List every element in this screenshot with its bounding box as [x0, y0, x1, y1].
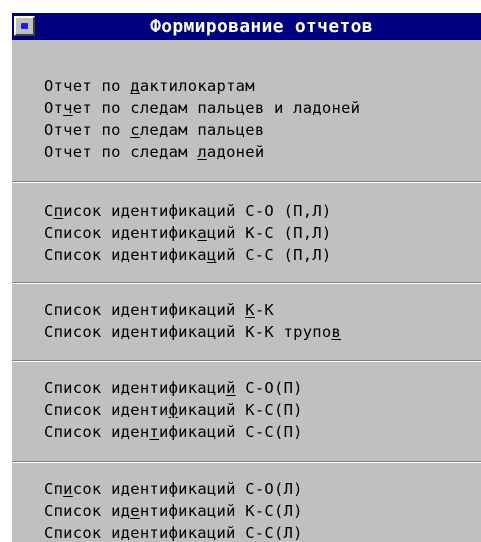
menu-item-ident-kk-corpses[interactable]: Список идентификаций К-К трупов: [44, 321, 341, 343]
hotkey-letter: в: [331, 323, 342, 341]
hotkey-letter: т: [149, 423, 159, 441]
system-menu-button[interactable]: [14, 16, 35, 36]
menu-item-ident-ss-l[interactable]: Список идентификаций С-С(Л): [44, 522, 303, 542]
menu-item-ident-so-l[interactable]: Список идентификаций С-О(Л): [44, 478, 303, 500]
menu-item-ident-ks-l[interactable]: Список идентификаций К-С(Л): [44, 500, 303, 522]
report-dialog: Формирование отчетов Отчет по дактилокар…: [10, 11, 481, 542]
hotkey-letter: ч: [63, 99, 73, 117]
hotkey-letter: п: [53, 202, 64, 220]
menu-item-report-fingers-palms[interactable]: Отчет по следам пальцев и ладоней: [44, 97, 360, 119]
menu-separator: [12, 181, 481, 183]
hotkey-letter: д: [130, 77, 140, 95]
hotkey-letter: а: [197, 224, 207, 242]
menu-item-report-palms[interactable]: Отчет по следам ладоней: [44, 141, 264, 163]
report-menu: Отчет по дактилокартам Отчет по следам п…: [12, 42, 481, 542]
hotkey-letter: и: [63, 480, 73, 498]
menu-item-ident-ks-p[interactable]: Список идентификаций К-С(П): [44, 399, 303, 421]
menu-item-ident-ks-pl[interactable]: Список идентификаций К-С (П,Л): [44, 222, 331, 244]
hotkey-letter: ф: [168, 401, 179, 419]
menu-item-ident-ss-p[interactable]: Список идентификаций С-С(П): [44, 421, 303, 443]
menu-separator: [12, 360, 481, 362]
hotkey-letter: е: [130, 502, 140, 520]
window-title: Формирование отчетов: [150, 16, 373, 37]
menu-item-report-dactylocards[interactable]: Отчет по дактилокартам: [44, 75, 255, 97]
hotkey-letter: К: [245, 301, 255, 319]
menu-item-ident-kk[interactable]: Список идентификаций К-К: [44, 299, 274, 321]
hotkey-letter: й: [226, 379, 236, 397]
menu-item-report-fingers[interactable]: Отчет по следам пальцев: [44, 119, 264, 141]
menu-separator: [12, 461, 481, 463]
menu-item-ident-so-p[interactable]: Список идентификаций С-О(П): [44, 377, 303, 399]
system-menu-icon: [21, 23, 28, 29]
menu-item-ident-ss-pl[interactable]: Список идентификаций С-С (П,Л): [44, 244, 331, 266]
menu-separator: [12, 282, 481, 284]
hotkey-letter: с: [130, 121, 140, 139]
menu-item-ident-so-pl[interactable]: Список идентификаций С-О (П,Л): [44, 200, 331, 222]
hotkey-letter: л: [197, 143, 207, 161]
title-bar: Формирование отчетов: [12, 13, 481, 40]
